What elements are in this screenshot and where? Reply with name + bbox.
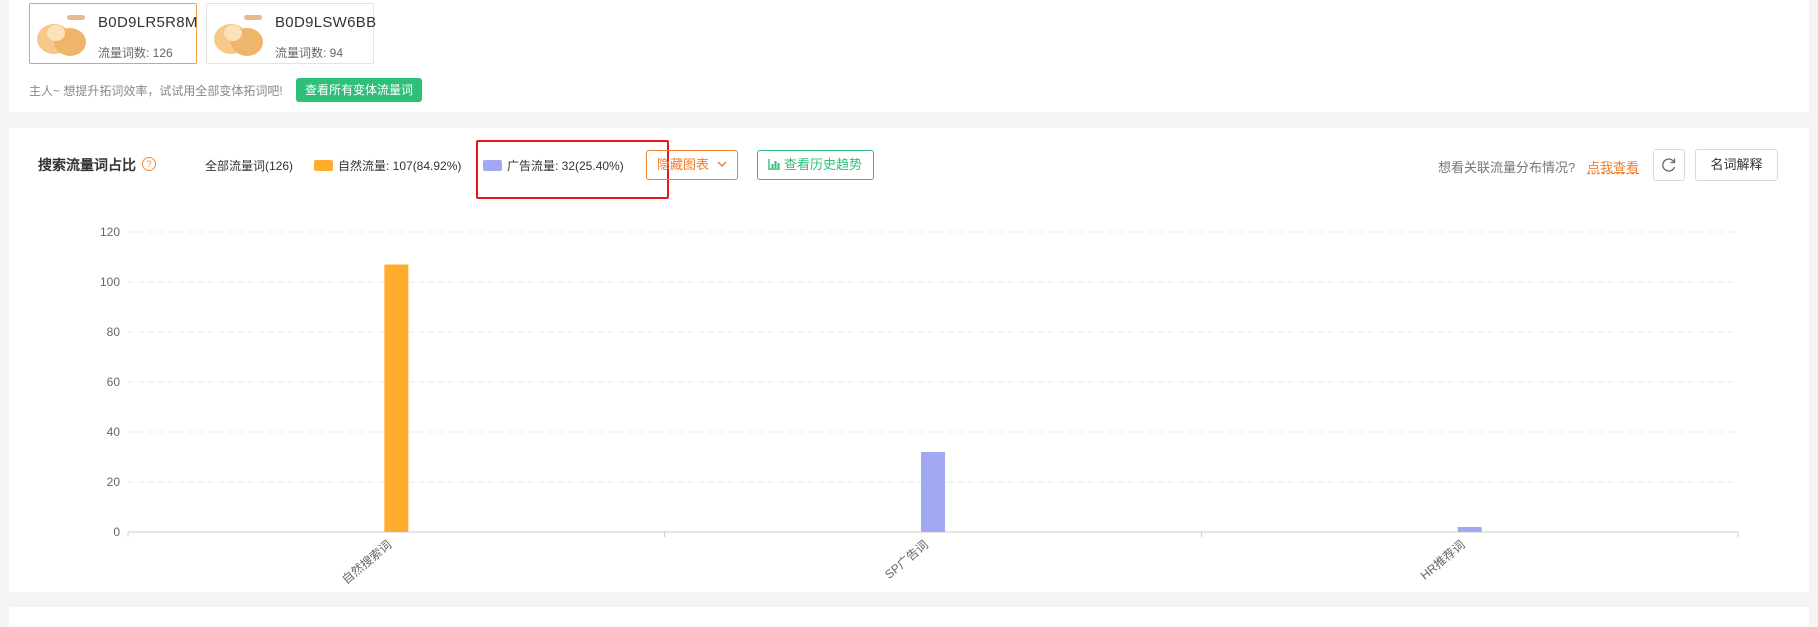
bar-1[interactable]: [384, 264, 409, 533]
next-panel: [9, 607, 1809, 627]
variant-asin: B0D9LR5R8M: [98, 14, 198, 31]
variant-keyword-count: 流量词数: 126: [98, 46, 173, 60]
y-tick-label: 0: [113, 525, 120, 539]
y-tick-label: 100: [100, 275, 120, 289]
x-tick-label: 自然搜索词: [339, 537, 395, 587]
view-all-variant-keywords-button[interactable]: 查看所有变体流量词: [296, 78, 423, 102]
y-tick-label: 80: [107, 325, 121, 339]
product-thumbnail-icon: [214, 15, 263, 56]
x-tick-label: HR推荐词: [1418, 538, 1468, 583]
product-thumbnail-icon: [37, 15, 86, 56]
traffic-bar-chart: 0 20 40 60 80 100 120 自然搜索词 SP广告词 HR推荐词: [100, 225, 1739, 587]
bar-2[interactable]: [921, 452, 945, 532]
variant-card-1[interactable]: B0D9LR5R8M 流量词数: 126: [29, 3, 197, 64]
variant-keyword-count: 流量词数: 94: [275, 46, 344, 60]
variant-tip-text: 主人~ 想提升拓词效率，试试用全部变体拓词吧!: [29, 84, 283, 98]
x-tick-label: SP广告词: [882, 538, 931, 582]
y-tick-label: 60: [107, 375, 121, 389]
variant-panel: B0D9LR5R8M 流量词数: 126 B0D9LSW6BB 流量词数: 94…: [9, 0, 1809, 112]
traffic-share-panel: 搜索流量词占比 ? 全部流量词(126) 自然流量: 107(84.92%) 广…: [9, 128, 1809, 592]
y-tick-label: 20: [107, 475, 121, 489]
variant-asin: B0D9LSW6BB: [275, 14, 377, 31]
y-tick-label: 40: [107, 425, 121, 439]
bar-3[interactable]: [1457, 527, 1482, 532]
variant-card-2[interactable]: B0D9LSW6BB 流量词数: 94: [206, 3, 377, 64]
y-tick-label: 120: [100, 225, 120, 239]
